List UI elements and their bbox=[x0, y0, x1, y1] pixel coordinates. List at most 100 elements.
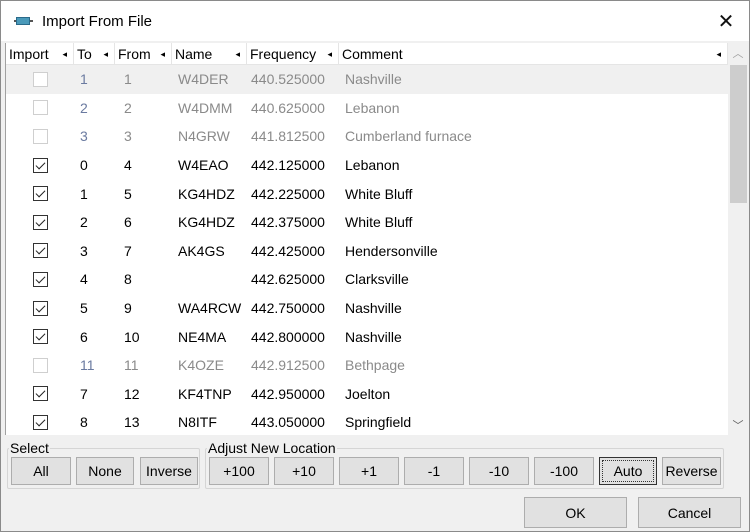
ok-button[interactable]: OK bbox=[524, 497, 627, 528]
scroll-thumb[interactable] bbox=[730, 65, 747, 203]
column-header-to[interactable]: To ◂ bbox=[74, 43, 115, 65]
grid-header: Import ◂ To ◂ From ◂ Name ◂ Frequency ◂ … bbox=[6, 43, 728, 65]
name-cell: NE4MA bbox=[178, 328, 227, 345]
from-cell: 2 bbox=[124, 99, 132, 116]
sort-arrow-icon: ◂ bbox=[716, 49, 721, 59]
import-checkbox[interactable] bbox=[32, 186, 48, 202]
table-row[interactable]: 6 10 NE4MA 442.800000 Nashville bbox=[6, 322, 728, 351]
sort-arrow-icon: ◂ bbox=[103, 49, 108, 59]
import-checkbox[interactable] bbox=[32, 386, 48, 402]
column-header-import[interactable]: Import ◂ bbox=[6, 43, 74, 65]
import-cell bbox=[6, 300, 74, 316]
column-header-frequency[interactable]: Frequency ◂ bbox=[247, 43, 339, 65]
sort-arrow-icon: ◂ bbox=[235, 49, 240, 59]
to-cell: 0 bbox=[80, 157, 88, 174]
table-row[interactable]: 3 7 AK4GS 442.425000 Hendersonville bbox=[6, 237, 728, 266]
name-cell: W4DMM bbox=[178, 99, 233, 116]
select-all-button[interactable]: All bbox=[11, 457, 71, 485]
import-checkbox[interactable] bbox=[32, 128, 48, 144]
table-row[interactable]: 1 1 W4DER 440.525000 Nashville bbox=[6, 65, 728, 94]
import-from-file-dialog: Import From File ✕ Import ◂ To ◂ From ◂ … bbox=[0, 0, 750, 532]
adjust-plus-10-button[interactable]: +10 bbox=[274, 457, 334, 485]
import-checkbox[interactable] bbox=[32, 214, 48, 230]
import-checkbox[interactable] bbox=[32, 414, 48, 430]
scroll-down-icon[interactable]: ﹀ bbox=[728, 415, 748, 435]
comment-cell: Nashville bbox=[345, 328, 402, 345]
import-checkbox[interactable] bbox=[32, 300, 48, 316]
comment-cell: Nashville bbox=[345, 300, 402, 317]
select-group-label: Select bbox=[10, 440, 49, 456]
name-cell: AK4GS bbox=[178, 242, 225, 259]
import-cell bbox=[6, 386, 74, 402]
from-cell: 5 bbox=[124, 185, 132, 202]
close-button[interactable]: ✕ bbox=[703, 1, 749, 41]
adjust-minus-10-button[interactable]: -10 bbox=[469, 457, 529, 485]
import-checkbox[interactable] bbox=[32, 243, 48, 259]
adjust-group-label: Adjust New Location bbox=[208, 440, 336, 456]
column-header-comment[interactable]: Comment ◂ bbox=[339, 43, 728, 65]
from-cell: 7 bbox=[124, 242, 132, 259]
import-checkbox[interactable] bbox=[32, 357, 48, 373]
adjust-minus-100-button[interactable]: -100 bbox=[534, 457, 594, 485]
frequency-cell: 440.525000 bbox=[251, 71, 325, 88]
frequency-cell: 442.750000 bbox=[251, 300, 325, 317]
adjust-auto-button[interactable]: Auto bbox=[599, 457, 657, 485]
select-inverse-button[interactable]: Inverse bbox=[140, 457, 198, 485]
import-cell bbox=[6, 71, 74, 87]
vertical-scrollbar[interactable]: ︿ ﹀ bbox=[728, 43, 748, 435]
import-cell bbox=[6, 186, 74, 202]
comment-cell: Clarksville bbox=[345, 271, 409, 288]
title-bar: Import From File ✕ bbox=[1, 1, 749, 41]
table-row[interactable]: 2 2 W4DMM 440.625000 Lebanon bbox=[6, 94, 728, 123]
cancel-button[interactable]: Cancel bbox=[638, 497, 741, 528]
import-checkbox[interactable] bbox=[32, 271, 48, 287]
select-none-button[interactable]: None bbox=[76, 457, 134, 485]
adjust-minus-1-button[interactable]: -1 bbox=[404, 457, 464, 485]
table-row[interactable]: 2 6 KG4HDZ 442.375000 White Bluff bbox=[6, 208, 728, 237]
from-cell: 13 bbox=[124, 414, 140, 431]
import-cell bbox=[6, 243, 74, 259]
close-icon: ✕ bbox=[717, 10, 735, 33]
name-cell: W4EAO bbox=[178, 157, 229, 174]
table-row[interactable]: 1 5 KG4HDZ 442.225000 White Bluff bbox=[6, 179, 728, 208]
frequency-cell: 443.050000 bbox=[251, 414, 325, 431]
table-row[interactable]: 0 4 W4EAO 442.125000 Lebanon bbox=[6, 151, 728, 180]
table-row[interactable]: 7 12 KF4TNP 442.950000 Joelton bbox=[6, 380, 728, 409]
name-cell: N8ITF bbox=[178, 414, 217, 431]
name-cell: KG4HDZ bbox=[178, 214, 235, 231]
to-cell: 1 bbox=[80, 185, 88, 202]
table-row[interactable]: 8 13 N8ITF 443.050000 Springfield bbox=[6, 408, 728, 437]
frequency-cell: 442.800000 bbox=[251, 328, 325, 345]
name-cell: KG4HDZ bbox=[178, 185, 235, 202]
adjust-plus-1-button[interactable]: +1 bbox=[339, 457, 399, 485]
sort-arrow-icon: ◂ bbox=[160, 49, 165, 59]
import-cell bbox=[6, 357, 74, 373]
import-checkbox[interactable] bbox=[32, 157, 48, 173]
adjust-plus-100-button[interactable]: +100 bbox=[209, 457, 269, 485]
comment-cell: Springfield bbox=[345, 414, 412, 431]
from-cell: 8 bbox=[124, 271, 132, 288]
table-row[interactable]: 4 8 442.625000 Clarksville bbox=[6, 265, 728, 294]
import-checkbox[interactable] bbox=[32, 71, 48, 87]
comment-cell: White Bluff bbox=[345, 185, 413, 202]
from-cell: 4 bbox=[124, 157, 132, 174]
from-cell: 10 bbox=[124, 328, 140, 345]
import-cell bbox=[6, 157, 74, 173]
import-checkbox[interactable] bbox=[32, 100, 48, 116]
table-row[interactable]: 11 11 K4OZE 442.912500 Bethpage bbox=[6, 351, 728, 380]
import-checkbox[interactable] bbox=[32, 329, 48, 345]
scroll-up-icon[interactable]: ︿ bbox=[728, 43, 748, 63]
table-row[interactable]: 5 9 WA4RCW 442.750000 Nashville bbox=[6, 294, 728, 323]
table-row[interactable]: 3 3 N4GRW 441.812500 Cumberland furnace bbox=[6, 122, 728, 151]
import-cell bbox=[6, 100, 74, 116]
name-cell: WA4RCW bbox=[178, 300, 242, 317]
to-cell: 1 bbox=[80, 71, 88, 88]
comment-cell: White Bluff bbox=[345, 214, 413, 231]
comment-cell: Cumberland furnace bbox=[345, 128, 472, 145]
column-header-from[interactable]: From ◂ bbox=[115, 43, 172, 65]
column-header-name[interactable]: Name ◂ bbox=[172, 43, 247, 65]
from-cell: 3 bbox=[124, 128, 132, 145]
adjust-reverse-button[interactable]: Reverse bbox=[662, 457, 721, 485]
from-cell: 11 bbox=[124, 357, 139, 374]
import-cell bbox=[6, 414, 74, 430]
